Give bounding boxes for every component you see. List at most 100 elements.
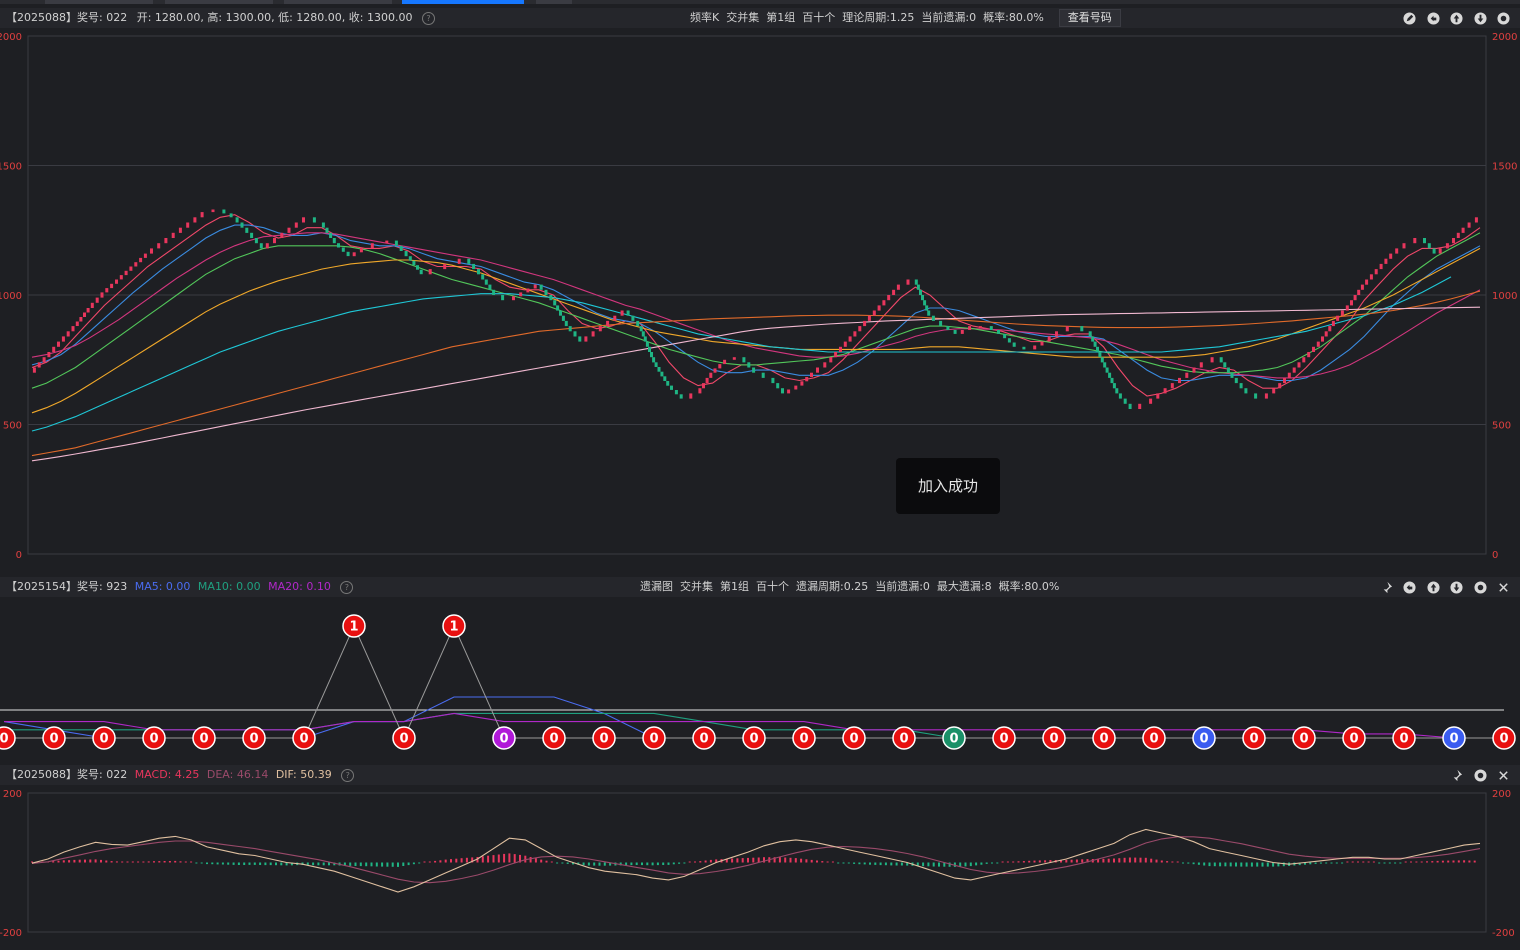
candle [1098, 352, 1102, 358]
macd-bar [826, 861, 829, 863]
candle [79, 317, 83, 322]
kline-title: 【2025088】奖号: 022 [6, 11, 128, 24]
help-icon[interactable]: ? [340, 580, 354, 594]
macd-bar [842, 862, 845, 864]
pin-icon[interactable] [1450, 769, 1463, 782]
macd-bar [121, 861, 124, 863]
macd-bar [540, 859, 543, 863]
macd-bar [1415, 861, 1418, 863]
candle [95, 297, 99, 303]
candle [457, 258, 461, 264]
macd-bar [1410, 861, 1412, 863]
candle [240, 222, 244, 228]
macd-bar [975, 862, 978, 866]
candle [960, 330, 964, 334]
arrow-down-icon[interactable] [1473, 11, 1487, 25]
omission-marker-label: 1 [349, 620, 358, 635]
macd-bar [174, 860, 177, 863]
macd-bar [94, 859, 97, 863]
y-tick-label-right: 500 [1492, 421, 1511, 432]
candle [1103, 362, 1107, 368]
candle [666, 381, 670, 386]
omission-marker-label: 0 [199, 732, 208, 747]
pin-icon[interactable] [1380, 581, 1393, 594]
settings-icon[interactable] [1473, 580, 1487, 594]
candle [325, 227, 329, 233]
candle [1199, 362, 1203, 368]
macd-title: 【2025088】奖号: 022 [6, 768, 128, 781]
top-tab[interactable] [284, 0, 392, 4]
candle [280, 232, 284, 238]
candle [71, 326, 75, 332]
kline-info: 频率K 交并集 第1组 百十个 理论周期:1.25 当前遗漏:0 概率:80.0% 查看号码 [690, 8, 1128, 28]
macd-bar [1017, 861, 1020, 863]
arrow-down-icon[interactable] [1450, 580, 1463, 594]
omission-ma5: MA5: 0.00 [134, 580, 191, 593]
settings-icon[interactable] [1473, 768, 1487, 782]
macd-panel: 【2025088】奖号: 022 MACD: 4.25 DEA: 46.14 D… [0, 765, 1520, 950]
close-icon[interactable] [1497, 581, 1510, 594]
candle [1369, 274, 1373, 280]
macd-bar [1330, 862, 1333, 864]
macd-bar [556, 862, 559, 864]
macd-bar [890, 862, 893, 866]
arrow-up-icon[interactable] [1450, 11, 1463, 25]
settings-icon[interactable] [1497, 11, 1510, 25]
macd-bar [545, 860, 548, 863]
candle [193, 217, 197, 223]
macd-bar [190, 861, 193, 863]
view-numbers-button[interactable]: 查看号码 [1058, 9, 1121, 27]
macd-bar [1357, 861, 1359, 863]
candle [1065, 326, 1069, 332]
y-tick-label-right: 200 [1492, 789, 1511, 800]
omission-marker-label: 0 [499, 732, 508, 747]
candle [75, 321, 79, 326]
candle [1012, 342, 1016, 347]
candle [556, 305, 560, 311]
kline-chart[interactable]: 0 0 500 500 1000 1000 1500 1500 2000 2000 [0, 28, 1520, 574]
candle [1395, 248, 1399, 254]
candle [953, 330, 957, 334]
macd-bar [370, 862, 373, 867]
candle [412, 260, 416, 266]
candle [1374, 269, 1378, 275]
macd-bar [1070, 859, 1073, 863]
candle [916, 284, 920, 290]
candle [312, 217, 316, 223]
macd-bar [1134, 857, 1137, 863]
omission-chart[interactable]: 0 0 0 0 0 0 0 1 0 1 0 0 0 0 0 0 0 0 0 0 0 0 0 0 0 0 0 0 0 0 0 [0, 597, 1520, 761]
candle [47, 352, 51, 358]
candle [776, 383, 780, 389]
top-tab[interactable] [165, 0, 273, 4]
candle [477, 269, 480, 275]
macd-bar [1150, 858, 1153, 863]
macd-chart[interactable]: -200 -200 200 200 [0, 785, 1520, 950]
candle [346, 251, 350, 257]
undo-icon[interactable] [1426, 11, 1440, 25]
candle [370, 243, 374, 249]
candle [352, 252, 356, 257]
omission-marker-label: 0 [399, 732, 408, 747]
macd-bar [1367, 861, 1370, 863]
y-tick-label: 1500 [0, 162, 22, 173]
macd-bar [322, 862, 325, 866]
edit-icon[interactable] [1403, 11, 1416, 25]
ma-line-ma30 [31, 232, 1481, 389]
help-icon[interactable]: ? [341, 768, 355, 782]
close-icon[interactable] [1497, 769, 1510, 782]
macd-bar [1028, 860, 1031, 863]
top-tab-active[interactable] [402, 0, 524, 4]
candle [1328, 326, 1332, 332]
macd-bar [450, 859, 452, 863]
macd-bar [900, 862, 903, 866]
macd-bar [641, 862, 643, 866]
macd-bar [863, 862, 866, 865]
macd-bar [237, 862, 240, 865]
top-tab[interactable] [536, 0, 572, 4]
top-tab[interactable] [45, 0, 153, 4]
candle [443, 263, 447, 270]
arrow-up-icon[interactable] [1426, 580, 1440, 594]
help-icon[interactable]: ? [421, 11, 435, 25]
ma-line-ma20 [31, 232, 1481, 379]
undo-icon[interactable] [1403, 580, 1416, 594]
